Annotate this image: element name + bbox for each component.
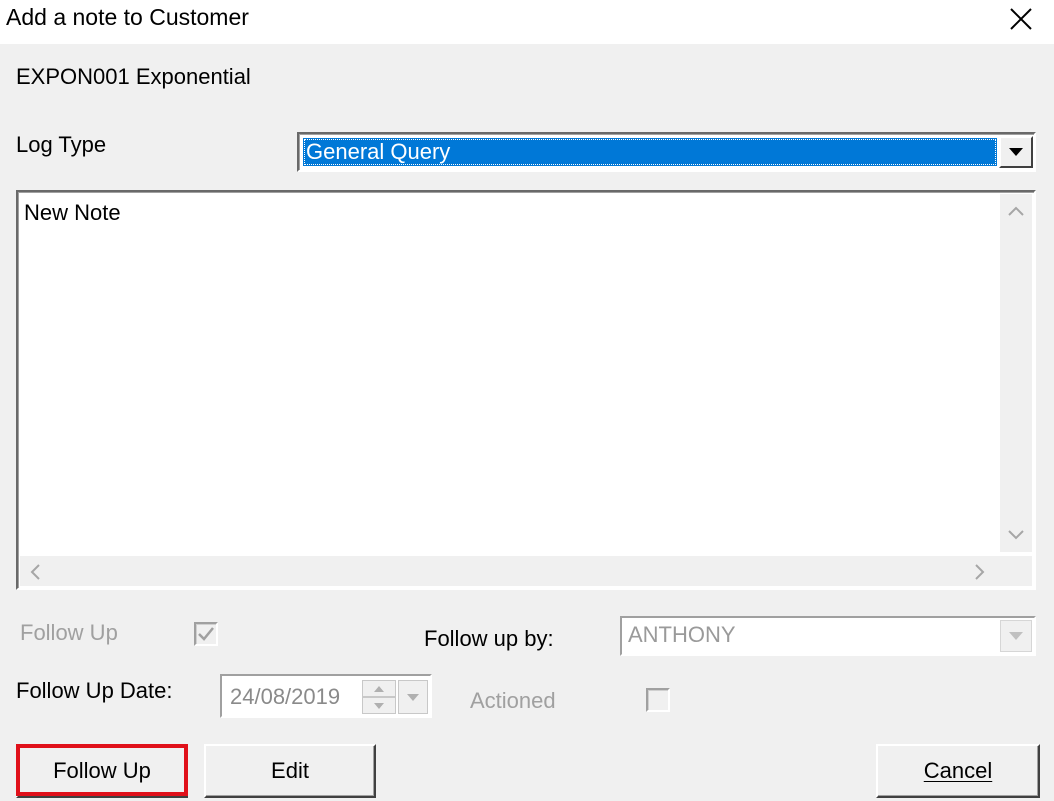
scroll-down-icon[interactable] (1008, 524, 1024, 545)
follow-up-by-label: Follow up by: (424, 626, 554, 651)
log-type-selected[interactable]: General Query (303, 138, 997, 166)
horizontal-scrollbar[interactable] (20, 556, 1000, 586)
follow-up-date-value: 24/08/2019 (230, 684, 341, 709)
cancel-button[interactable]: Cancel (876, 744, 1040, 798)
checkmark-icon (198, 627, 214, 641)
scroll-right-icon[interactable] (975, 564, 985, 585)
close-icon[interactable] (1004, 2, 1038, 36)
follow-up-by-dropdown[interactable]: ANTHONY (620, 616, 1036, 656)
edit-button[interactable]: Edit (204, 744, 376, 798)
chevron-down-icon[interactable] (1000, 620, 1032, 652)
cancel-button-label: Cancel (923, 758, 993, 783)
follow-up-date-picker[interactable]: 24/08/2019 (220, 674, 432, 718)
note-text[interactable]: New Note (24, 200, 121, 226)
spin-down-icon[interactable] (362, 697, 396, 714)
log-type-label: Log Type (16, 132, 107, 157)
follow-up-label: Follow Up (20, 620, 118, 645)
chevron-down-icon[interactable] (999, 136, 1033, 168)
follow-up-checkbox[interactable] (194, 622, 218, 646)
customer-label: EXPON001 Exponential (16, 64, 251, 89)
chevron-down-icon[interactable] (398, 680, 428, 714)
note-textarea[interactable]: New Note (16, 190, 1036, 590)
actioned-label: Actioned (470, 688, 556, 713)
actioned-checkbox[interactable] (646, 688, 670, 712)
follow-up-date-label: Follow Up Date: (16, 678, 173, 703)
vertical-scrollbar[interactable] (1000, 194, 1032, 552)
follow-up-by-value: ANTHONY (628, 622, 736, 647)
spin-up-icon[interactable] (362, 680, 396, 697)
scroll-up-icon[interactable] (1008, 200, 1024, 221)
log-type-dropdown[interactable]: General Query (297, 132, 1036, 172)
window-title: Add a note to Customer (6, 4, 249, 30)
scroll-left-icon[interactable] (30, 564, 40, 585)
title-bar: Add a note to Customer (0, 0, 1054, 44)
date-spinner[interactable] (362, 680, 396, 714)
scroll-corner (1000, 556, 1032, 586)
follow-up-button[interactable]: Follow Up (16, 744, 188, 798)
